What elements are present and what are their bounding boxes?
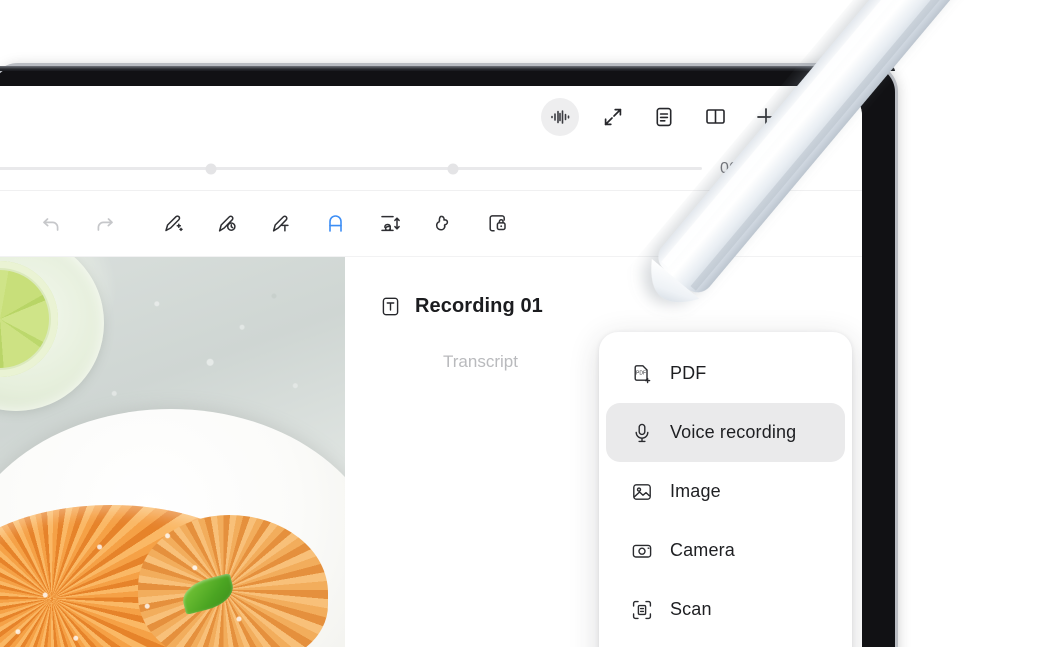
scan-icon	[630, 598, 653, 621]
note-title: Recording 01	[415, 295, 543, 317]
redo-icon[interactable]	[78, 201, 132, 247]
more-vertical-icon[interactable]	[800, 100, 834, 134]
svg-text:PDF: PDF	[636, 370, 646, 376]
book-icon[interactable]	[698, 100, 732, 134]
menu-item-camera[interactable]: Camera	[606, 521, 845, 580]
text-box-icon	[379, 295, 402, 318]
note-tool-strip	[0, 191, 862, 257]
camera-icon	[630, 539, 653, 562]
timeline-track[interactable]	[0, 163, 702, 174]
menu-item-scan[interactable]: Scan	[606, 580, 845, 639]
menu-item-label: Camera	[670, 540, 735, 560]
lock-note-icon[interactable]	[470, 201, 524, 247]
menu-item-label: PDF	[670, 363, 707, 383]
ai-assist-icon[interactable]	[308, 201, 362, 247]
undo-icon[interactable]	[24, 201, 78, 247]
device-top-edge	[0, 66, 895, 71]
text-pen-icon[interactable]	[254, 201, 308, 247]
recording-time: 00:15	[720, 159, 762, 177]
record-dot-icon	[782, 163, 794, 174]
image-icon	[630, 480, 653, 503]
app-toolbar	[0, 86, 862, 147]
record-button[interactable]	[775, 155, 802, 182]
inserted-photo[interactable]	[0, 257, 345, 647]
mic-icon	[630, 421, 653, 444]
menu-item-audio-file[interactable]: Audio file	[606, 639, 845, 647]
pdf-icon: PDF	[630, 362, 653, 385]
timeline-marker[interactable]	[447, 163, 459, 174]
plus-icon[interactable]	[749, 100, 783, 134]
screenshot-root: 00:15 Recording 01 Transcript PDF PDF Vo…	[0, 0, 1059, 647]
menu-item-image[interactable]: Image	[606, 462, 845, 521]
menu-item-voice-recording[interactable]: Voice recording	[606, 403, 845, 462]
menu-item-label: Image	[670, 481, 721, 501]
recording-timeline: 00:15	[0, 147, 862, 191]
insert-menu: PDF PDF Voice recording Image Camera Sca…	[599, 332, 852, 647]
menu-item-pdf[interactable]: PDF PDF	[606, 344, 845, 403]
note-title-row: Recording 01	[379, 295, 862, 318]
waveform-icon[interactable]	[541, 97, 579, 136]
pen-settings-icon[interactable]	[200, 201, 254, 247]
text-size-icon[interactable]	[362, 201, 416, 247]
tablet-screen: 00:15 Recording 01 Transcript PDF PDF Vo…	[0, 86, 862, 647]
shape-icon[interactable]	[416, 201, 470, 247]
summary-icon[interactable]	[647, 100, 681, 134]
grated-cheese	[0, 507, 290, 647]
timeline-marker[interactable]	[205, 163, 217, 174]
expand-icon[interactable]	[596, 100, 630, 134]
magic-pen-icon[interactable]	[146, 201, 200, 247]
menu-item-label: Scan	[670, 599, 712, 619]
menu-item-label: Voice recording	[670, 422, 797, 442]
